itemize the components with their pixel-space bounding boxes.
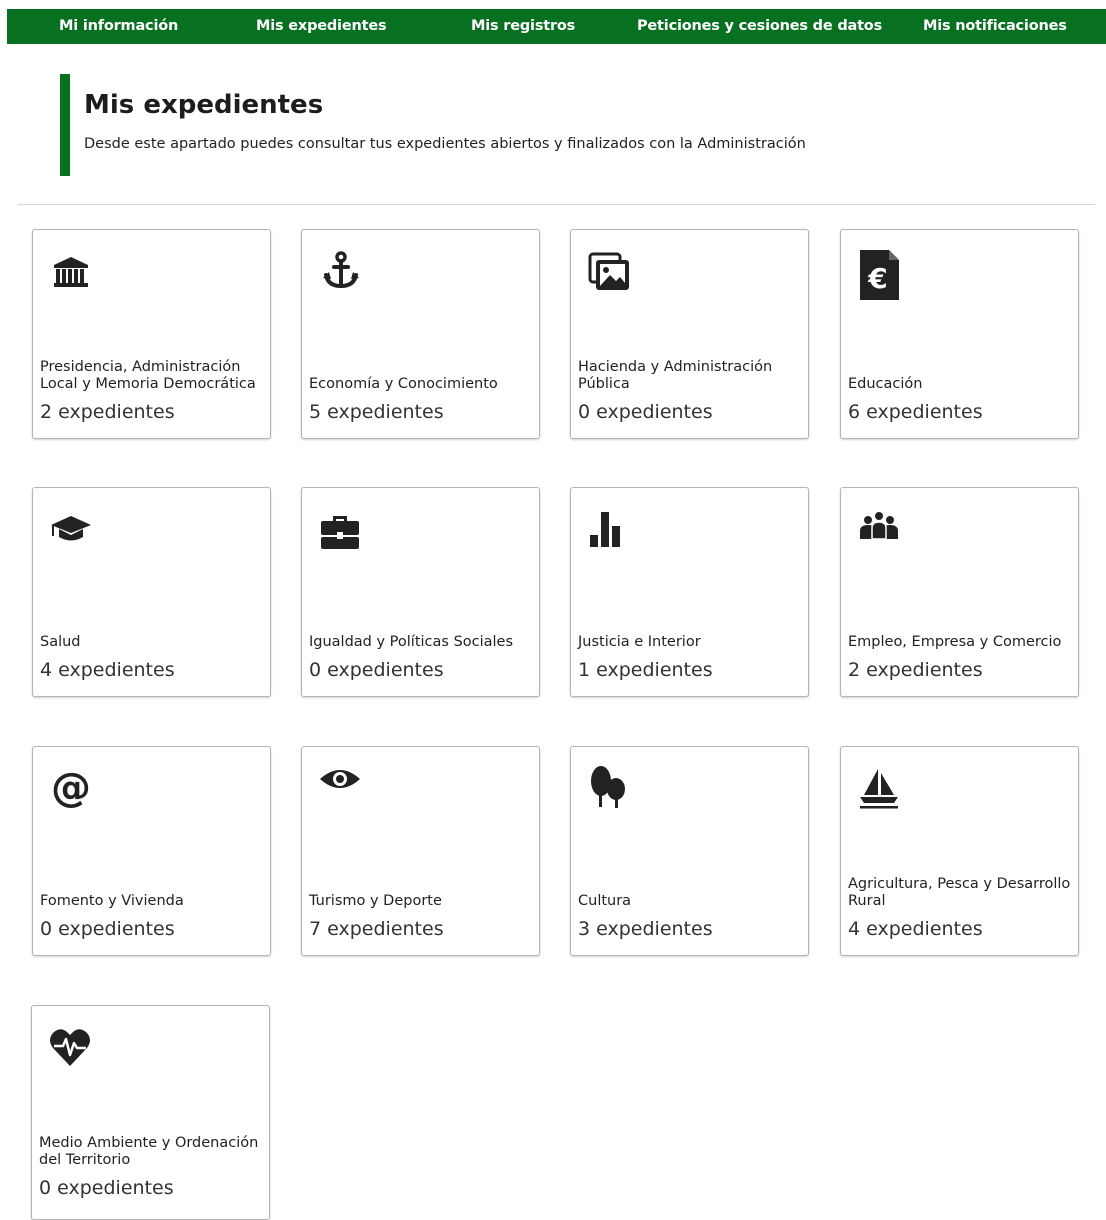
card-count: 5 expedientes [309,401,444,423]
card-count: 4 expedientes [848,918,983,940]
card-title: Medio Ambiente y Ordenación del Territor… [39,1135,259,1168]
card-hacienda[interactable]: Hacienda y Administración Pública 0 expe… [570,229,809,439]
nav-mi-informacion[interactable]: Mi información [59,9,178,44]
divider [18,204,1095,205]
card-count: 6 expedientes [848,401,983,423]
card-title: Agricultura, Pesca y Desarrollo Rural [848,876,1071,909]
card-empleo[interactable]: Empleo, Empresa y Comercio 2 expedientes [840,487,1079,697]
card-title: Presidencia, Administración Local y Memo… [40,359,256,392]
top-navigation-bar: Mi información Mis expedientes Mis regis… [7,9,1106,44]
card-title: Fomento y Vivienda [40,893,184,909]
card-title: Justicia e Interior [578,634,701,650]
card-title: Hacienda y Administración Pública [578,359,773,392]
card-count: 0 expedientes [578,401,713,423]
card-title: Educación [848,376,923,392]
institution-icon [48,248,94,294]
nav-peticiones-cesiones[interactable]: Peticiones y cesiones de datos [637,9,882,44]
svg-text:€: € [867,262,887,295]
at-sign-icon: @ [48,765,94,811]
card-count: 2 expedientes [40,401,175,423]
card-economia[interactable]: Economía y Conocimiento 5 expedientes [301,229,540,439]
page-description: Desde este apartado puedes consultar tus… [84,136,806,152]
card-title: Empleo, Empresa y Comercio [848,634,1062,650]
card-title: Turismo y Deporte [309,893,442,909]
card-count: 3 expedientes [578,918,713,940]
card-count: 0 expedientes [40,918,175,940]
nav-mis-expedientes[interactable]: Mis expedientes [256,9,387,44]
page-title: Mis expedientes [84,90,324,120]
card-cultura[interactable]: Cultura 3 expedientes [570,746,809,956]
card-justicia[interactable]: Justicia e Interior 1 expedientes [570,487,809,697]
card-count: 7 expedientes [309,918,444,940]
page-header: Mis expedientes Desde este apartado pued… [60,74,1070,176]
card-count: 0 expedientes [39,1177,174,1199]
eye-icon [317,765,363,811]
nav-mis-registros[interactable]: Mis registros [471,9,575,44]
card-agricultura[interactable]: Agricultura, Pesca y Desarrollo Rural 4 … [840,746,1079,956]
bar-chart-icon [586,506,632,552]
card-count: 0 expedientes [309,659,444,681]
svg-text:@: @ [51,765,91,811]
card-fomento[interactable]: @ Fomento y Vivienda 0 expedientes [32,746,271,956]
card-medio-ambiente[interactable]: Medio Ambiente y Ordenación del Territor… [31,1005,270,1220]
card-title: Economía y Conocimiento [309,376,498,392]
euro-document-icon: € [856,248,902,300]
card-salud[interactable]: Salud 4 expedientes [32,487,271,697]
pictures-icon [586,248,632,294]
card-title: Cultura [578,893,632,909]
sailboat-icon [856,765,902,811]
graduation-cap-icon [48,506,94,552]
anchor-icon [317,248,363,294]
card-count: 1 expedientes [578,659,713,681]
card-count: 2 expedientes [848,659,983,681]
card-educacion[interactable]: € Educación 6 expedientes [840,229,1079,439]
card-count: 4 expedientes [40,659,175,681]
briefcase-icon [317,506,363,552]
card-igualdad[interactable]: Igualdad y Políticas Sociales 0 expedien… [301,487,540,697]
nav-mis-notificaciones[interactable]: Mis notificaciones [923,9,1067,44]
card-turismo[interactable]: Turismo y Deporte 7 expedientes [301,746,540,956]
people-group-icon [856,506,902,552]
trees-icon [586,765,632,811]
card-presidencia[interactable]: Presidencia, Administración Local y Memo… [32,229,271,439]
card-title: Igualdad y Políticas Sociales [309,634,514,650]
card-title: Salud [40,634,81,650]
heartbeat-icon [47,1024,93,1070]
